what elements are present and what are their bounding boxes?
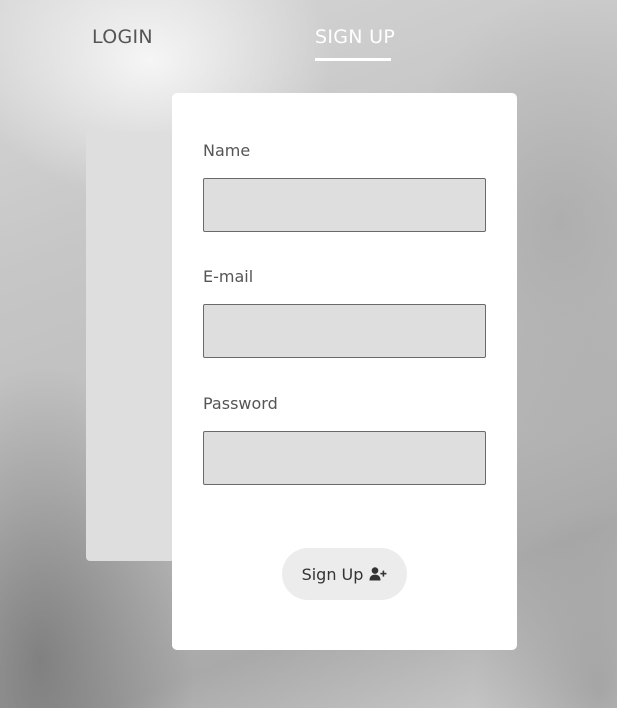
tab-login[interactable]: LOGIN	[92, 26, 153, 48]
password-field[interactable]	[203, 431, 486, 485]
email-label: E-mail	[203, 267, 254, 286]
sign-up-button-label: Sign Up	[301, 564, 364, 584]
sign-up-button[interactable]: Sign Up	[282, 548, 407, 600]
email-field[interactable]	[203, 304, 486, 358]
user-plus-icon	[369, 567, 387, 581]
password-label: Password	[203, 394, 278, 413]
tab-signup[interactable]: SIGN UP	[315, 26, 395, 48]
signup-card: Name E-mail Password Sign Up	[172, 93, 517, 650]
name-label: Name	[203, 141, 251, 160]
name-field[interactable]	[203, 178, 486, 232]
active-tab-underline	[315, 58, 391, 61]
